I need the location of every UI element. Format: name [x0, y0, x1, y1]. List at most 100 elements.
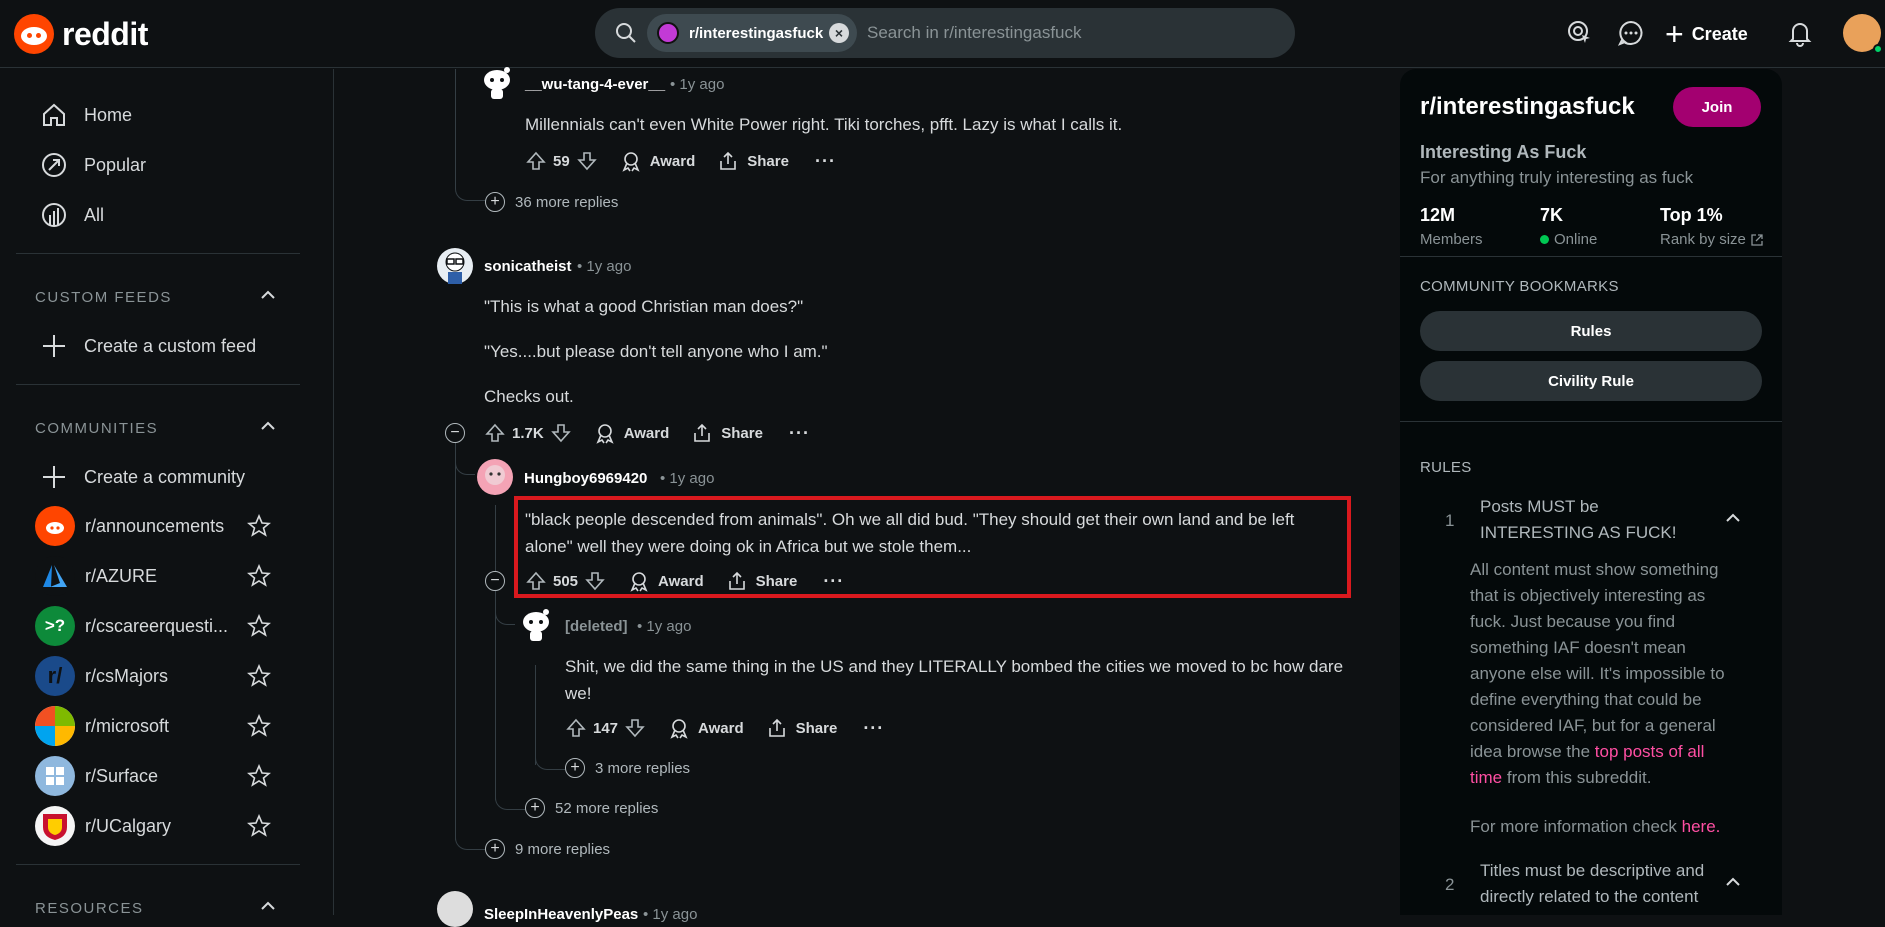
create-community[interactable]: Create a community	[40, 457, 245, 497]
more-options-icon[interactable]: ···	[815, 151, 836, 172]
star-icon[interactable]	[247, 514, 271, 538]
community-item[interactable]: r/announcements	[35, 504, 275, 548]
share-icon	[720, 151, 737, 170]
star-icon[interactable]	[247, 814, 271, 838]
search-input[interactable]	[867, 8, 1267, 58]
create-community-label: Create a community	[84, 466, 246, 487]
search-bar[interactable]: r/interestingasfuck ×	[595, 8, 1295, 58]
comment-body-line: "This is what a good Christian man does?…	[484, 297, 804, 316]
stat-label: Online	[1554, 231, 1598, 248]
share-button[interactable]: Share	[717, 150, 789, 172]
bell-icon[interactable]	[1785, 18, 1815, 48]
more-options-icon[interactable]: ···	[863, 718, 884, 739]
more-replies-link[interactable]: +36 more replies	[485, 190, 618, 214]
star-icon[interactable]	[247, 664, 271, 688]
more-replies-link[interactable]: +52 more replies	[525, 796, 658, 820]
community-name: r/announcements	[85, 515, 225, 536]
star-icon[interactable]	[247, 714, 271, 738]
nav-popular[interactable]: Popular	[40, 145, 146, 185]
downvote-icon[interactable]	[624, 717, 646, 739]
collapse-thread-icon[interactable]: −	[485, 571, 505, 591]
nav-home[interactable]: Home	[40, 95, 132, 135]
share-button[interactable]: Share	[691, 422, 763, 444]
resources-heading[interactable]: RESOURCES	[35, 900, 144, 917]
rank-link[interactable]: Rank by size	[1660, 231, 1764, 248]
community-item[interactable]: r/AZURE	[35, 554, 275, 598]
custom-feeds-heading[interactable]: CUSTOM FEEDS	[35, 289, 172, 306]
left-sidebar: Home Popular All CUSTOM FEEDS Create a c…	[0, 69, 334, 917]
surface-icon	[35, 756, 75, 796]
award-icon	[596, 424, 614, 444]
rank-stat: Top 1% Rank by size	[1660, 205, 1764, 248]
community-title[interactable]: r/interestingasfuck	[1420, 93, 1635, 121]
award-button[interactable]: Award	[620, 150, 695, 172]
snoo-avatar[interactable]	[479, 66, 515, 102]
award-button[interactable]: Award	[668, 717, 744, 739]
join-button[interactable]: Join	[1673, 87, 1761, 127]
comment-author[interactable]: Hungboy6969420	[524, 470, 647, 487]
create-custom-feed[interactable]: Create a custom feed	[40, 326, 256, 366]
user-avatar[interactable]	[477, 459, 513, 495]
rule-title[interactable]: Titles must be descriptive and directly …	[1480, 858, 1720, 910]
chevron-up-icon[interactable]	[1722, 871, 1744, 893]
reddit-logo-icon	[14, 14, 54, 54]
user-avatar[interactable]	[1843, 14, 1883, 54]
chevron-up-icon[interactable]	[258, 416, 278, 436]
chevron-up-icon[interactable]	[258, 896, 278, 916]
comment-author: [deleted]	[565, 618, 628, 635]
comment-time: • 1y ago	[660, 470, 715, 487]
online-stat: 7K Online	[1540, 205, 1597, 248]
community-item[interactable]: r/ r/csMajors	[35, 654, 275, 698]
upvote-icon[interactable]	[484, 422, 506, 444]
divider	[16, 864, 300, 865]
close-icon[interactable]: ×	[829, 23, 849, 43]
upvote-icon[interactable]	[565, 717, 587, 739]
chat-icon[interactable]	[1616, 18, 1646, 48]
here-link[interactable]: here	[1682, 817, 1716, 836]
chevron-up-icon[interactable]	[258, 285, 278, 305]
communities-heading[interactable]: COMMUNITIES	[35, 420, 158, 437]
user-avatar[interactable]	[437, 248, 473, 284]
create-button[interactable]: + Create	[1665, 14, 1748, 54]
rules-bookmark-button[interactable]: Rules	[1420, 311, 1762, 351]
comment-author[interactable]: sonicatheist	[484, 258, 572, 275]
nav-all[interactable]: All	[40, 195, 104, 235]
community-item[interactable]: >? r/cscareerquesti...	[35, 604, 275, 648]
snoo-avatar[interactable]	[518, 608, 554, 644]
downvote-icon[interactable]	[550, 422, 572, 444]
community-avatar	[657, 22, 679, 44]
community-name: r/UCalgary	[85, 815, 172, 836]
downvote-icon[interactable]	[576, 150, 598, 172]
stat-value: 12M	[1420, 205, 1456, 225]
all-icon	[42, 203, 66, 227]
comment-author[interactable]: __wu-tang-4-ever__	[525, 76, 665, 93]
civility-rule-bookmark-button[interactable]: Civility Rule	[1420, 361, 1762, 401]
share-button[interactable]: Share	[766, 717, 837, 739]
advertise-icon[interactable]	[1565, 18, 1595, 48]
collapse-thread-icon[interactable]: −	[445, 423, 465, 443]
upvote-icon[interactable]	[525, 150, 547, 172]
award-button[interactable]: Award	[594, 422, 669, 444]
star-icon[interactable]	[247, 614, 271, 638]
azure-icon	[35, 556, 75, 596]
thread-curve	[535, 745, 565, 770]
stat-value: 7K	[1540, 205, 1564, 225]
thread-curve	[455, 440, 475, 475]
chevron-up-icon[interactable]	[1722, 507, 1744, 529]
star-icon[interactable]	[247, 764, 271, 788]
more-replies-link[interactable]: +3 more replies	[565, 756, 690, 780]
home-icon	[43, 103, 65, 126]
rule-title[interactable]: Posts MUST be INTERESTING AS FUCK!	[1480, 494, 1690, 546]
more-replies-link[interactable]: +9 more replies	[485, 837, 610, 861]
external-link-icon	[1751, 233, 1763, 246]
rule-number: 2	[1445, 875, 1455, 894]
community-item[interactable]: r/UCalgary	[35, 804, 275, 848]
community-item[interactable]: r/Surface	[35, 754, 275, 798]
rule-more-info: For more information check here.	[1470, 817, 1721, 836]
search-community-chip[interactable]: r/interestingasfuck ×	[647, 14, 857, 52]
more-options-icon[interactable]: ···	[789, 423, 810, 444]
star-icon[interactable]	[247, 564, 271, 588]
reddit-logo[interactable]: reddit	[14, 14, 148, 54]
user-avatar[interactable]	[437, 891, 473, 927]
community-item[interactable]: r/microsoft	[35, 704, 275, 748]
